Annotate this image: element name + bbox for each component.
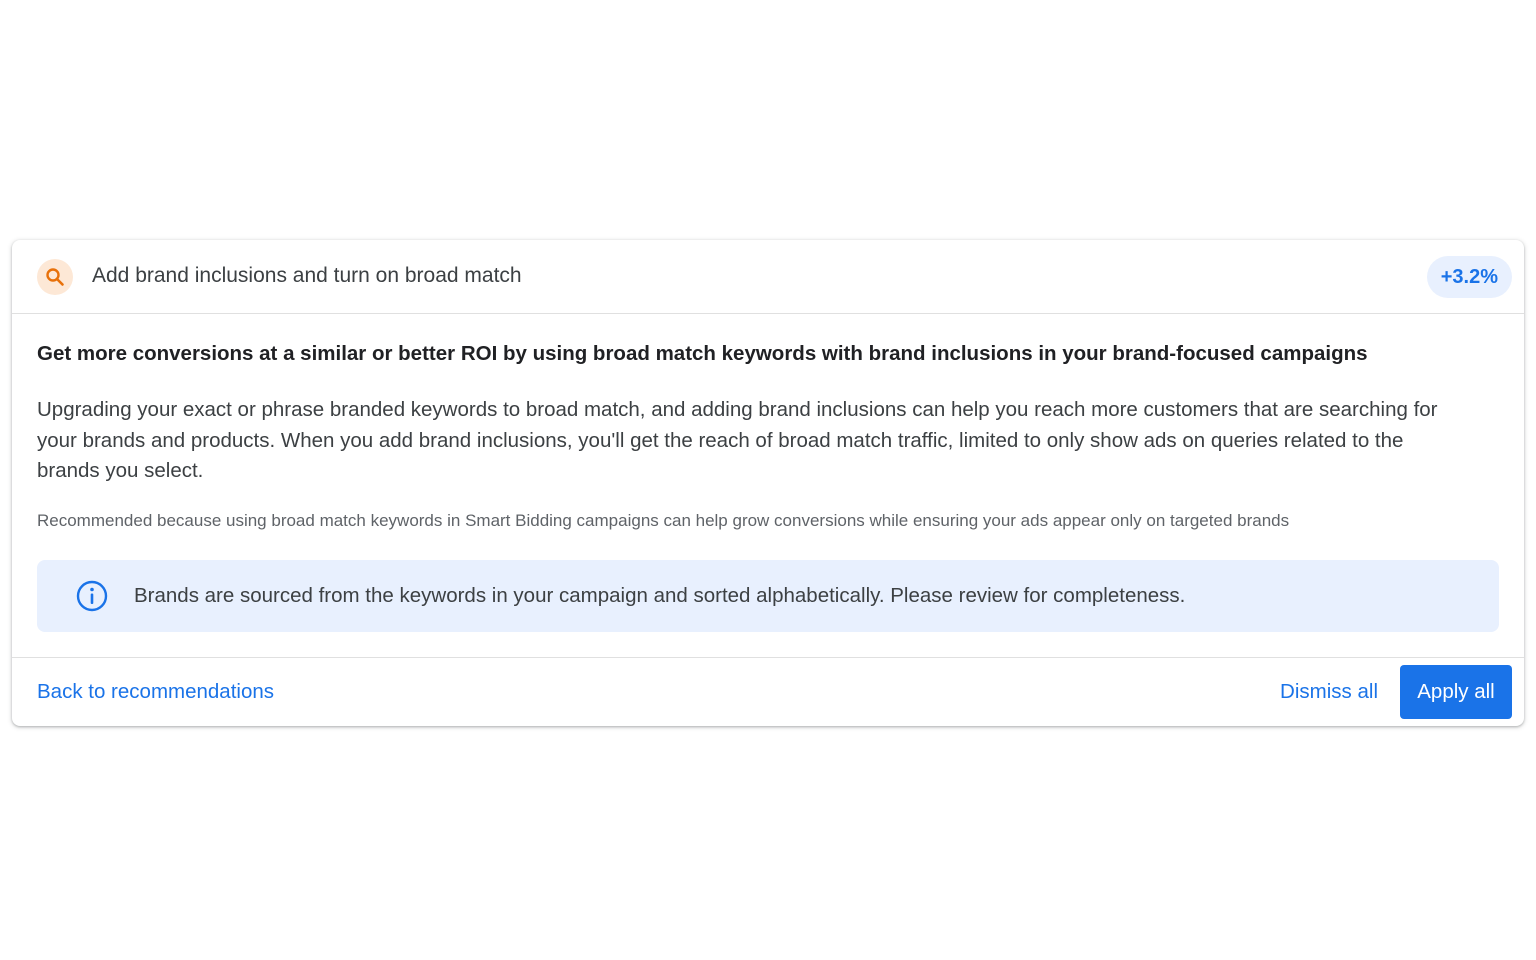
uplift-badge: +3.2% (1426, 256, 1512, 298)
recommendation-header: Add brand inclusions and turn on broad m… (12, 240, 1524, 314)
recommendation-headline: Get more conversions at a similar or bet… (37, 342, 1368, 365)
apply-all-button[interactable]: Apply all (1400, 665, 1512, 719)
info-text: Brands are sourced from the keywords in … (134, 584, 1186, 607)
recommendation-description: Upgrading your exact or phrase branded k… (37, 398, 1438, 482)
back-to-recommendations-link[interactable]: Back to recommendations (37, 680, 274, 704)
info-icon (76, 580, 108, 612)
search-icon (37, 259, 73, 295)
card-footer: Back to recommendations Dismiss all Appl… (12, 657, 1524, 726)
recommendation-reason: Recommended because using broad match ke… (37, 511, 1290, 530)
info-banner: Brands are sourced from the keywords in … (37, 560, 1499, 632)
recommendation-title: Add brand inclusions and turn on broad m… (92, 264, 522, 287)
dismiss-all-button[interactable]: Dismiss all (1268, 665, 1390, 719)
recommendation-card: Add brand inclusions and turn on broad m… (12, 240, 1524, 726)
